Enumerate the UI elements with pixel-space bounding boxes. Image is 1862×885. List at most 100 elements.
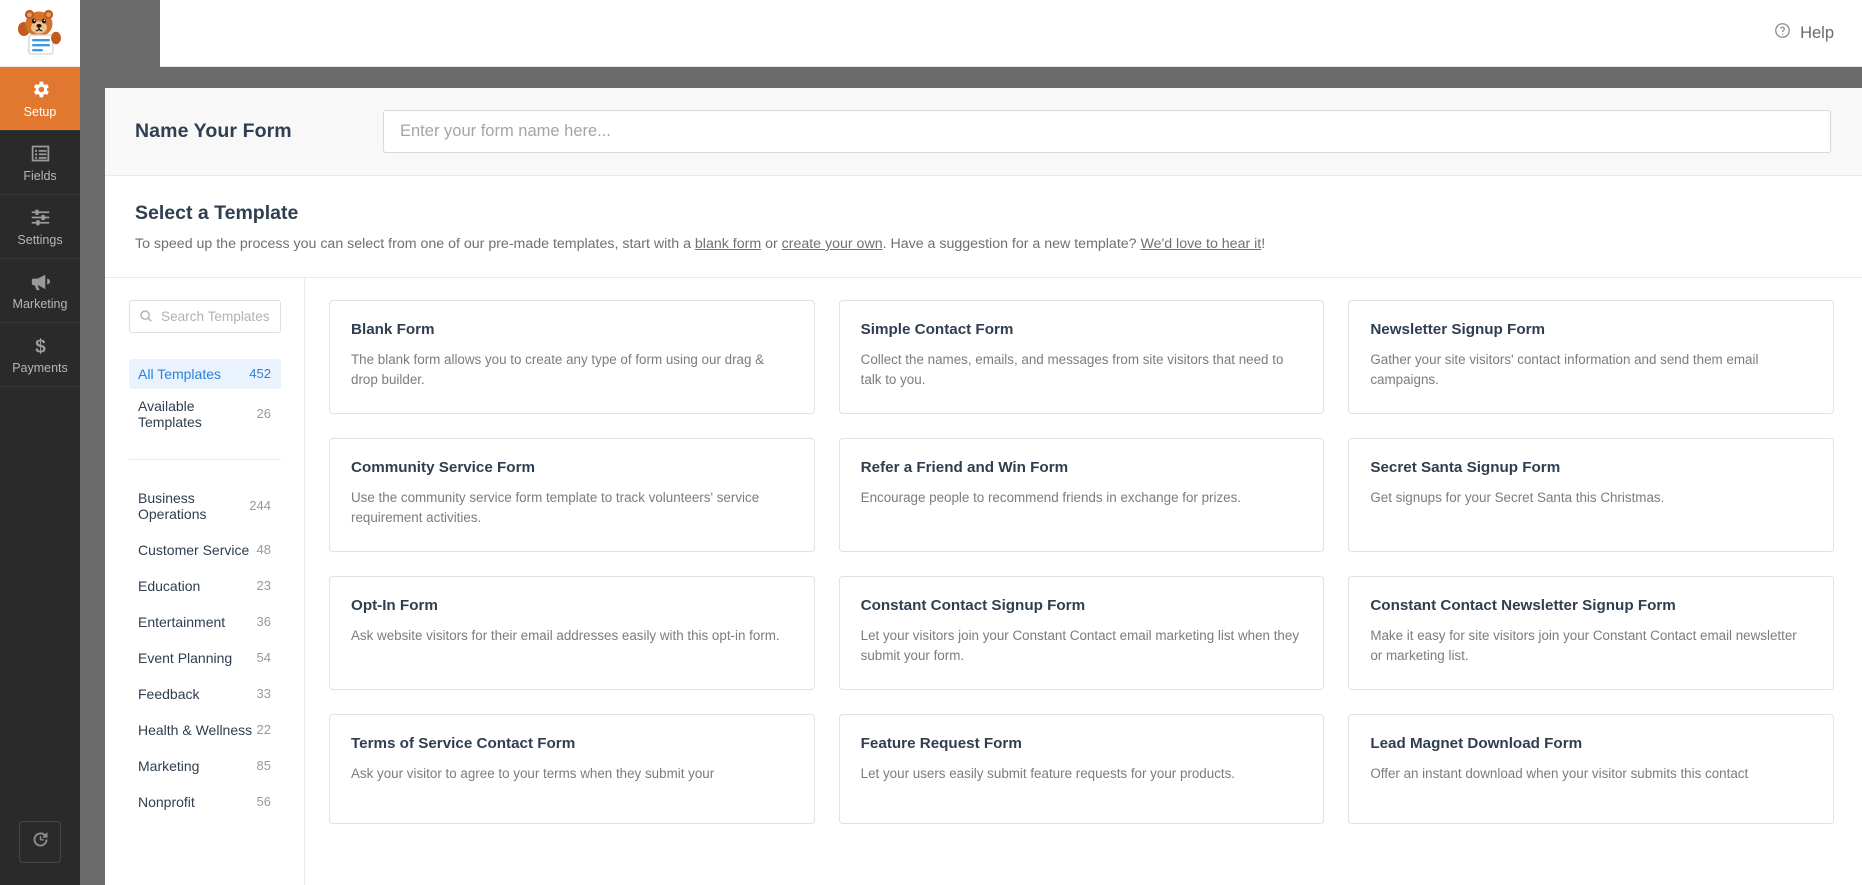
sidebar-item-settings[interactable]: Settings — [0, 195, 80, 259]
sidebar-item-label: Marketing — [12, 297, 68, 311]
template-description: Encourage people to recommend friends in… — [860, 489, 1242, 505]
filter-education[interactable]: Education 23 — [129, 570, 281, 602]
filter-divider — [129, 458, 281, 460]
sidebar-item-marketing[interactable]: Marketing — [0, 259, 80, 323]
description-text-2: . Have a suggestion for a new template? — [882, 236, 1141, 252]
filter-count: 244 — [249, 498, 271, 514]
filter-event-planning[interactable]: Event Planning 54 — [129, 642, 281, 674]
create-your-own-link[interactable]: create your own — [782, 236, 883, 252]
revision-history-icon — [30, 829, 51, 855]
template-description: Make it easy for site visitors join your… — [1370, 627, 1797, 664]
revision-history-button[interactable] — [19, 821, 61, 863]
template-description: Let your users easily submit feature req… — [860, 765, 1236, 781]
template-card-lead-magnet-download-form[interactable]: Lead Magnet Download Form Offer an insta… — [1348, 713, 1834, 824]
form-name-label: Name Your Form — [135, 120, 292, 142]
setup-panel: Name Your Form Select a Template To spee… — [105, 88, 1862, 885]
template-title: Blank Form — [351, 320, 435, 338]
template-card-terms-of-service-contact-form[interactable]: Terms of Service Contact Form Ask your v… — [329, 713, 815, 824]
suggest-template-link[interactable]: We'd love to hear it — [1140, 236, 1261, 252]
sidebar-item-setup[interactable]: Setup — [0, 67, 80, 131]
template-card-newsletter-signup-form[interactable]: Newsletter Signup Form Gather your site … — [1348, 299, 1834, 414]
primary-filter-list: All Templates 452 Available Templates 26 — [129, 358, 281, 437]
builder-sidebar-rail: Setup Fields Settings Marketing $ Paymen… — [0, 0, 80, 885]
template-title: Refer a Friend and Win Form — [860, 458, 1069, 476]
template-grid: Blank Form The blank form allows you to … — [329, 299, 1834, 824]
sidebar-item-label: Payments — [12, 361, 68, 375]
filter-marketing[interactable]: Marketing 85 — [129, 750, 281, 782]
filter-label: Health & Wellness — [138, 721, 253, 738]
template-card-constant-contact-newsletter-signup-form[interactable]: Constant Contact Newsletter Signup Form … — [1348, 575, 1834, 690]
template-description: Offer an instant download when your visi… — [1370, 765, 1749, 781]
template-description: Collect the names, emails, and messages … — [860, 351, 1284, 388]
blank-form-link[interactable]: blank form — [695, 236, 761, 252]
sidebar-bottom — [0, 821, 80, 885]
template-card-blank-form[interactable]: Blank Form The blank form allows you to … — [329, 299, 815, 414]
template-title: Newsletter Signup Form — [1370, 320, 1546, 338]
sliders-icon — [30, 206, 51, 228]
filter-label: Marketing — [138, 757, 200, 774]
svg-text:$: $ — [35, 336, 46, 357]
filter-label: Feedback — [138, 685, 200, 702]
filter-count: 85 — [256, 758, 271, 774]
help-label: Help — [1800, 23, 1834, 42]
filter-nonprofit[interactable]: Nonprofit 56 — [129, 786, 281, 818]
filter-count: 36 — [256, 614, 271, 630]
template-title: Secret Santa Signup Form — [1370, 458, 1561, 476]
description-text-1: To speed up the process you can select f… — [135, 236, 695, 252]
template-card-community-service-form[interactable]: Community Service Form Use the community… — [329, 437, 815, 552]
filter-label: All Templates — [138, 365, 222, 382]
template-description: The blank form allows you to create any … — [351, 351, 765, 388]
form-name-row: Name Your Form — [105, 88, 1862, 176]
filter-count: 48 — [256, 542, 271, 558]
description-text-or: or — [761, 236, 782, 252]
filter-customer-service[interactable]: Customer Service 48 — [129, 534, 281, 566]
filter-count: 452 — [249, 366, 271, 382]
filter-entertainment[interactable]: Entertainment 36 — [129, 606, 281, 638]
filter-count: 56 — [256, 794, 271, 810]
dollar-icon: $ — [30, 334, 51, 357]
sidebar-item-label: Settings — [17, 233, 63, 247]
template-description: Ask your visitor to agree to your terms … — [351, 765, 715, 781]
template-card-refer-a-friend-and-win-form[interactable]: Refer a Friend and Win Form Encourage pe… — [838, 437, 1325, 552]
template-description: Gather your site visitors' contact infor… — [1370, 351, 1759, 388]
template-card-constant-contact-signup-form[interactable]: Constant Contact Signup Form Let your vi… — [838, 575, 1325, 690]
template-title: Terms of Service Contact Form — [351, 734, 576, 752]
megaphone-icon — [29, 270, 52, 292]
select-template-header: Select a Template To speed up the proces… — [105, 176, 1862, 255]
template-title: Simple Contact Form — [860, 320, 1014, 338]
filter-available-templates[interactable]: Available Templates 26 — [129, 391, 281, 437]
template-description: Let your visitors join your Constant Con… — [860, 627, 1300, 664]
template-grid-wrapper: Blank Form The blank form allows you to … — [305, 278, 1862, 885]
template-card-secret-santa-signup-form[interactable]: Secret Santa Signup Form Get signups for… — [1348, 437, 1834, 552]
sidebar-item-fields[interactable]: Fields — [0, 131, 80, 195]
wpforms-bear-logo-icon — [18, 9, 61, 55]
template-card-opt-in-form[interactable]: Opt-In Form Ask website visitors for the… — [329, 575, 815, 690]
filter-count: 54 — [256, 650, 271, 666]
description-text-end: ! — [1261, 236, 1266, 252]
template-card-feature-request-form[interactable]: Feature Request Form Let your users easi… — [838, 713, 1325, 824]
select-template-description: To speed up the process you can select f… — [135, 234, 1832, 255]
filter-business-operations[interactable]: Business Operations 244 — [129, 482, 281, 530]
template-title: Lead Magnet Download Form — [1370, 734, 1583, 752]
wpforms-logo — [0, 0, 80, 67]
template-card-simple-contact-form[interactable]: Simple Contact Form Collect the names, e… — [838, 299, 1325, 414]
help-button[interactable]: Help — [1774, 22, 1834, 44]
template-title: Constant Contact Signup Form — [860, 596, 1086, 614]
category-filter-list: Business Operations 244 Customer Service… — [129, 482, 281, 818]
filter-label: Business Operations — [138, 489, 207, 522]
template-title: Feature Request Form — [860, 734, 1022, 752]
sidebar-item-payments[interactable]: $ Payments — [0, 323, 80, 387]
filter-count: 23 — [256, 578, 271, 594]
filter-count: 33 — [256, 686, 271, 702]
filter-label: Entertainment — [138, 613, 226, 630]
filter-feedback[interactable]: Feedback 33 — [129, 678, 281, 710]
filter-label: Event Planning — [138, 649, 233, 666]
list-icon — [30, 142, 51, 164]
template-title: Opt-In Form — [351, 596, 438, 614]
filter-health-wellness[interactable]: Health & Wellness 22 — [129, 714, 281, 746]
filter-all-templates[interactable]: All Templates 452 — [129, 358, 281, 389]
form-name-input[interactable] — [383, 110, 1831, 153]
template-title: Constant Contact Newsletter Signup Form — [1370, 596, 1676, 614]
gear-icon — [30, 78, 51, 100]
